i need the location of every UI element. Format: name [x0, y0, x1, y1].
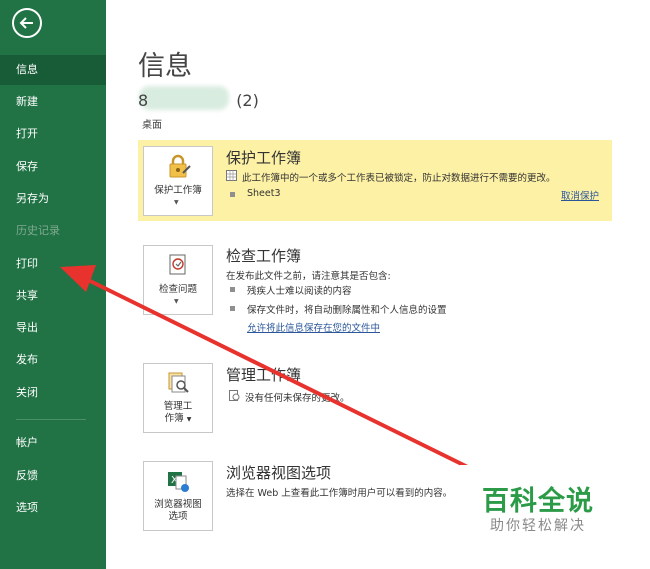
nav-separator	[16, 419, 86, 420]
excel-web-icon: X	[168, 472, 189, 492]
nav-print[interactable]: 打印	[0, 249, 106, 279]
lock-key-icon	[169, 154, 191, 178]
sheet-grid-icon	[226, 170, 237, 181]
backstage-sidebar: 信息 新建 打开 保存 另存为 历史记录 打印 共享 导出 发布 关闭 帐户 反…	[0, 0, 106, 569]
protect-sheet-name: Sheet3	[247, 188, 281, 199]
manage-workbook-button[interactable]: 管理工 作簿 ▼	[143, 363, 213, 433]
protect-workbook-section: 保护工作簿 ▼ 保护工作簿 此工作簿中的一个或多个工作表已被锁定，防止对数据进行…	[138, 140, 612, 221]
nav-save-as[interactable]: 另存为	[0, 184, 106, 214]
nav-new[interactable]: 新建	[0, 87, 106, 117]
nav-options[interactable]: 选项	[0, 493, 106, 523]
bullet-icon	[230, 192, 235, 197]
bullet-icon	[230, 306, 235, 311]
chevron-down-icon: ▼	[174, 298, 179, 305]
inspect-workbook-section: 检查问题 ▼ 检查工作簿 在发布此文件之前，请注意其是否包含: 残疾人士难以阅读…	[138, 240, 612, 340]
browser-view-desc: 选择在 Web 上查看此工作簿时用户可以看到的内容。	[226, 488, 453, 499]
nav-feedback[interactable]: 反馈	[0, 461, 106, 491]
browser-view-options-button[interactable]: X 浏览器视图 选项	[143, 461, 213, 531]
nav-share[interactable]: 共享	[0, 281, 106, 311]
unprotect-link[interactable]: 取消保护	[561, 188, 599, 202]
inspect-title: 检查工作簿	[226, 247, 302, 265]
file-title: 8 (2)	[138, 91, 259, 110]
manage-tile-label-2-text: 作簿	[164, 413, 184, 424]
nav-publish[interactable]: 发布	[0, 345, 106, 375]
browser-tile-label-2: 选项	[168, 511, 188, 522]
inspect-desc: 在发布此文件之前，请注意其是否包含:	[226, 271, 391, 282]
inspect-bullet-2: 保存文件时，将自动删除属性和个人信息的设置	[247, 305, 447, 316]
page-title: 信息	[138, 51, 192, 82]
document-search-icon	[168, 372, 189, 393]
protect-title: 保护工作簿	[226, 149, 302, 167]
protect-workbook-button[interactable]: 保护工作簿 ▼	[143, 146, 213, 216]
check-issues-label: 检查问题	[158, 284, 197, 295]
document-clock-icon	[229, 390, 240, 401]
document-check-icon	[169, 254, 186, 275]
watermark: 百科全说 助你轻松解决	[460, 465, 626, 547]
watermark-subtitle: 助你轻松解决	[490, 518, 586, 534]
file-title-suffix: (2)	[236, 91, 259, 110]
chevron-down-icon: ▼	[186, 416, 192, 423]
back-button[interactable]	[12, 8, 42, 38]
watermark-title: 百科全说	[482, 486, 594, 517]
nav-info[interactable]: 信息	[0, 55, 106, 85]
protect-desc: 此工作簿中的一个或多个工作表已被锁定，防止对数据进行不需要的更改。	[242, 173, 556, 184]
nav-save[interactable]: 保存	[0, 152, 106, 182]
inspect-bullet-1: 残疾人士难以阅读的内容	[247, 286, 352, 297]
nav-account[interactable]: 帐户	[0, 428, 106, 458]
arrow-left-icon	[19, 17, 33, 29]
manage-desc: 没有任何未保存的更改。	[245, 393, 350, 404]
file-title-prefix: 8	[138, 91, 149, 110]
manage-tile-label-2: 作簿 ▼	[144, 413, 212, 426]
manage-tile-label-1: 管理工	[163, 401, 193, 412]
protect-tile-label: 保护工作簿	[154, 185, 202, 196]
manage-workbook-section: 管理工 作簿 ▼ 管理工作簿 没有任何未保存的更改。	[138, 360, 612, 440]
nav-close[interactable]: 关闭	[0, 378, 106, 408]
file-location: 桌面	[142, 120, 162, 131]
browser-view-title: 浏览器视图选项	[226, 464, 332, 482]
bullet-icon	[230, 287, 235, 292]
nav-history: 历史记录	[16, 224, 60, 237]
allow-save-info-link[interactable]: 允许将此信息保存在您的文件中	[247, 320, 380, 334]
check-issues-button[interactable]: 检查问题 ▼	[143, 245, 213, 315]
chevron-down-icon: ▼	[174, 199, 179, 206]
nav-export[interactable]: 导出	[0, 313, 106, 343]
nav-open[interactable]: 打开	[0, 119, 106, 149]
manage-title: 管理工作簿	[226, 366, 302, 384]
browser-tile-label-1: 浏览器视图	[154, 499, 202, 510]
